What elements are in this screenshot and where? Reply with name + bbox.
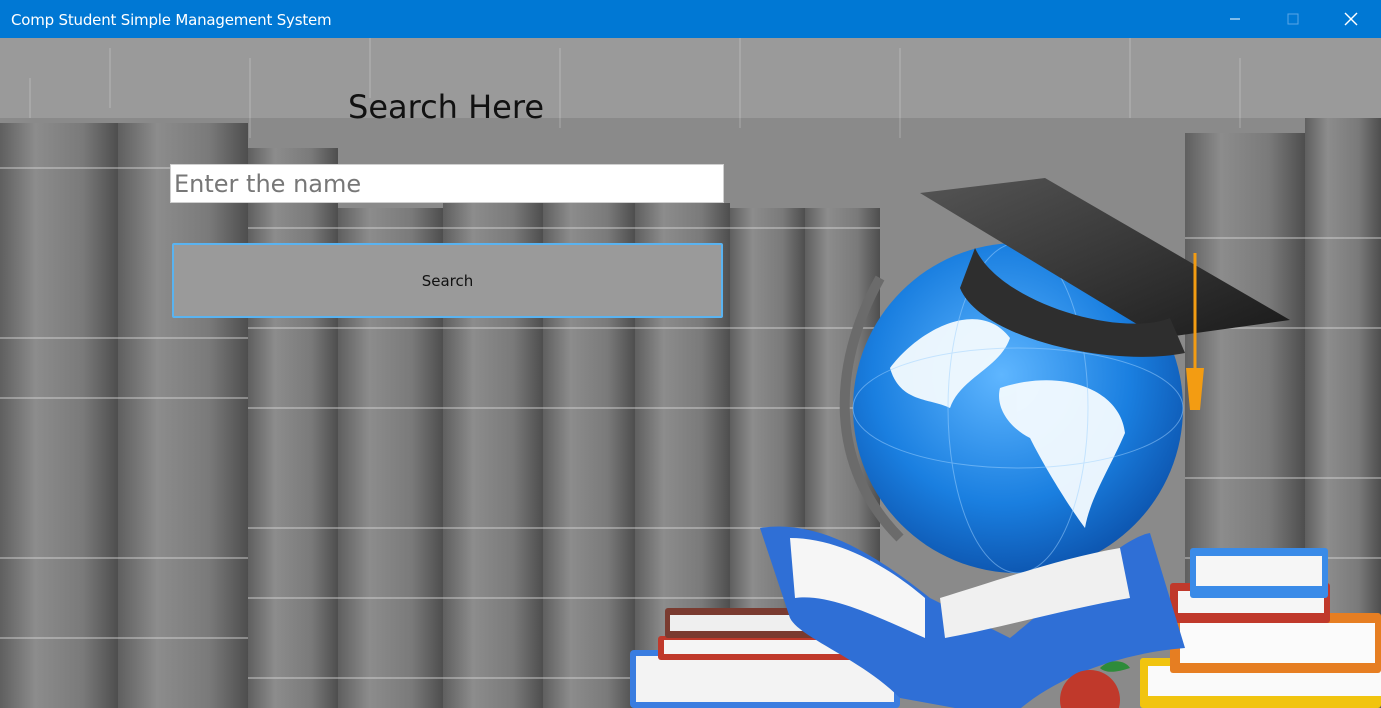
minimize-icon bbox=[1230, 18, 1240, 20]
name-search-input[interactable] bbox=[170, 164, 724, 203]
maximize-icon bbox=[1287, 13, 1299, 25]
title-bar[interactable]: Comp Student Simple Management System bbox=[0, 0, 1381, 38]
window-title: Comp Student Simple Management System bbox=[11, 11, 332, 29]
maximize-button[interactable] bbox=[1264, 0, 1322, 38]
background-image bbox=[0, 38, 1381, 708]
app-window: Comp Student Simple Management System Se… bbox=[0, 0, 1381, 708]
minimize-button[interactable] bbox=[1206, 0, 1264, 38]
search-button[interactable]: Search bbox=[172, 243, 723, 318]
page-title: Search Here bbox=[348, 88, 544, 126]
close-icon bbox=[1344, 12, 1358, 26]
bookshelf-image bbox=[0, 38, 1381, 708]
close-button[interactable] bbox=[1322, 0, 1380, 38]
